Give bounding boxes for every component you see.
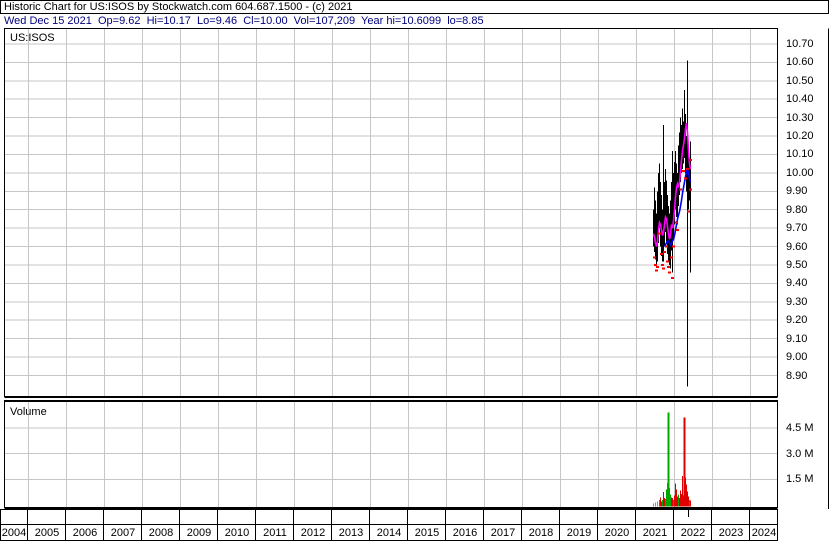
price-axis-label: 9.20 [786,314,808,326]
price-axis-label: 9.60 [786,241,808,253]
price-axis-label: 9.70 [786,222,808,234]
chart-title: Historic Chart for US:ISOS by Stockwatch… [4,1,353,13]
year-label: 2010 [224,527,250,539]
year-label: 2021 [642,527,668,539]
year-label: 2005 [34,527,60,539]
price-axis-label: 10.50 [786,75,814,87]
year-label: 2015 [414,527,440,539]
year-label: 2016 [452,527,478,539]
year-label: 2023 [718,527,744,539]
price-axis-label: 9.00 [786,351,808,363]
year-label: 2008 [148,527,174,539]
year-label: 2004 [1,527,27,539]
year-label: 2006 [72,527,98,539]
price-axis-label: 9.80 [786,204,808,216]
quote-info-line: Wed Dec 15 2021 Op=9.62 Hi=10.17 Lo=9.46… [4,15,484,27]
year-label: 2020 [604,527,630,539]
year-label: 2018 [528,527,554,539]
year-label: 2011 [263,527,287,539]
year-label: 2024 [751,527,777,539]
year-label: 2017 [490,527,516,539]
volume-axis-label: 4.5 M [786,422,814,434]
year-label: 2013 [338,527,364,539]
grid-lines [5,29,777,507]
chart-canvas [0,0,829,541]
price-axis-label: 9.40 [786,277,808,289]
symbol-label: US:ISOS [10,32,55,44]
year-label: 2022 [680,527,706,539]
price-axis-label: 10.40 [786,93,814,105]
panel-borders [0,0,829,509]
price-axis-label: 9.50 [786,259,808,271]
price-axis-label: 9.10 [786,333,808,345]
volume-axis-label: 3.0 M [786,448,814,460]
price-axis-label: 10.00 [786,167,814,179]
volume-axis-label: 1.5 M [786,473,814,485]
price-axis-label: 10.20 [786,130,814,142]
volume-bars [653,412,691,507]
year-label: 2012 [300,527,326,539]
price-axis-label: 9.30 [786,296,808,308]
price-axis-label: 9.90 [786,185,808,197]
year-label: 2009 [186,527,212,539]
price-axis-label: 10.60 [786,56,814,68]
price-axis-label: 8.90 [786,370,808,382]
stock-chart-window: Historic Chart for US:ISOS by Stockwatch… [0,0,830,543]
year-label: 2014 [376,527,402,539]
year-label: 2019 [566,527,592,539]
price-axis-label: 10.70 [786,38,814,50]
year-label: 2007 [110,527,136,539]
price-axis-label: 10.10 [786,148,814,160]
volume-panel-label: Volume [10,406,47,418]
price-axis-label: 10.30 [786,112,814,124]
